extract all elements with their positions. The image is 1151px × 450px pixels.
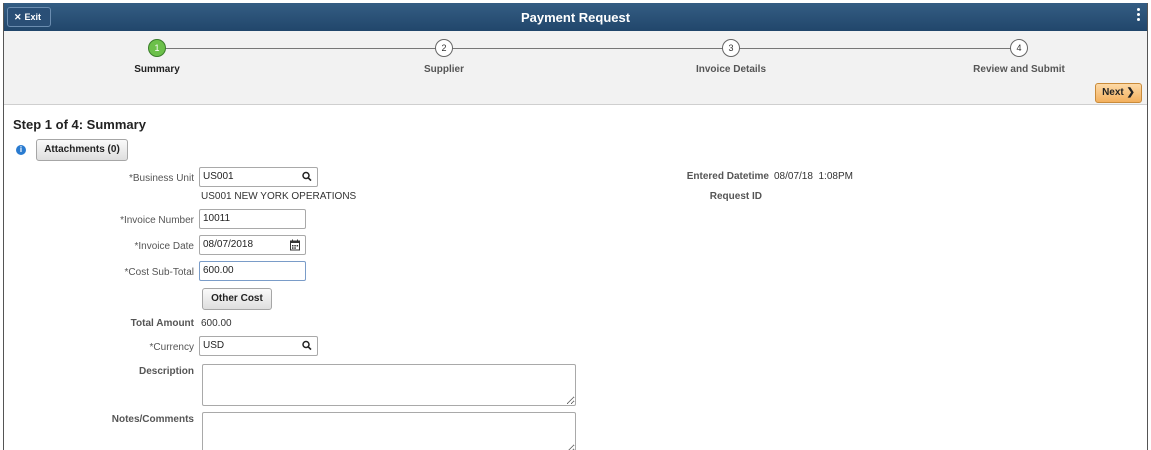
step-heading: Step 1 of 4: Summary <box>13 117 146 132</box>
entered-datetime-label: Entered Datetime <box>686 171 769 182</box>
cost-subtotal-field[interactable]: 600.00 <box>199 261 306 281</box>
currency-field[interactable]: USD <box>199 336 318 356</box>
step-number-badge: 3 <box>722 39 740 57</box>
step-number-badge: 4 <box>1010 39 1028 57</box>
step-number-badge: 2 <box>435 39 453 57</box>
next-label: Next <box>1102 87 1124 98</box>
train-step-invoice-details[interactable]: 3 Invoice Details <box>671 39 791 75</box>
description-textarea[interactable] <box>202 364 576 406</box>
app-frame: ✕ Exit Payment Request 1 Summary 2 Suppli… <box>3 3 1148 450</box>
currency-label: *Currency <box>149 342 194 353</box>
business-unit-field[interactable]: US001 <box>199 167 318 187</box>
business-unit-value: US001 <box>203 171 234 182</box>
train-step-review-submit[interactable]: 4 Review and Submit <box>959 39 1079 75</box>
request-id-label: Request ID <box>709 191 762 202</box>
step-number-badge: 1 <box>148 39 166 57</box>
step-label: Supplier <box>423 64 464 75</box>
step-label: Review and Submit <box>973 64 1065 75</box>
notes-comments-label: Notes/Comments <box>111 414 194 425</box>
next-button[interactable]: Next ❯ <box>1095 83 1142 103</box>
actions-menu-icon[interactable] <box>1137 8 1141 23</box>
cost-subtotal-label: *Cost Sub-Total <box>124 267 194 278</box>
header-bar: ✕ Exit Payment Request <box>4 3 1147 31</box>
step-label: Invoice Details <box>695 64 767 75</box>
invoice-number-label: *Invoice Number <box>120 215 194 226</box>
invoice-date-label: *Invoice Date <box>134 241 194 252</box>
page-title: Payment Request <box>520 10 631 25</box>
invoice-number-field[interactable]: 10011 <box>199 209 306 229</box>
entered-datetime-value: 08/07/18 1:08PM <box>774 171 853 182</box>
notes-comments-textarea[interactable] <box>202 412 576 450</box>
chevron-right-icon: ❯ <box>1126 87 1135 98</box>
description-label: Description <box>138 366 194 377</box>
train-step-summary[interactable]: 1 Summary <box>97 39 217 75</box>
activity-guide-train: 1 Summary 2 Supplier 3 Invoice Details 4… <box>4 31 1147 105</box>
step-label: Summary <box>134 64 180 75</box>
currency-value: USD <box>203 340 225 351</box>
train-step-supplier[interactable]: 2 Supplier <box>384 39 504 75</box>
attachments-button[interactable]: Attachments (0) <box>36 139 128 161</box>
info-icon[interactable]: i <box>16 145 26 155</box>
other-cost-button[interactable]: Other Cost <box>202 288 272 310</box>
search-icon[interactable] <box>302 171 312 183</box>
business-unit-label: *Business Unit <box>128 173 194 184</box>
invoice-date-value: 08/07/2018 <box>203 239 254 250</box>
search-icon[interactable] <box>302 340 312 352</box>
invoice-date-field[interactable]: 08/07/2018 <box>199 235 306 255</box>
train-connector-line <box>157 48 1019 49</box>
business-unit-description: US001 NEW YORK OPERATIONS <box>201 191 357 202</box>
total-amount-label: Total Amount <box>130 318 194 329</box>
calendar-icon[interactable] <box>290 239 300 251</box>
total-amount-value: 600.00 <box>201 318 232 329</box>
